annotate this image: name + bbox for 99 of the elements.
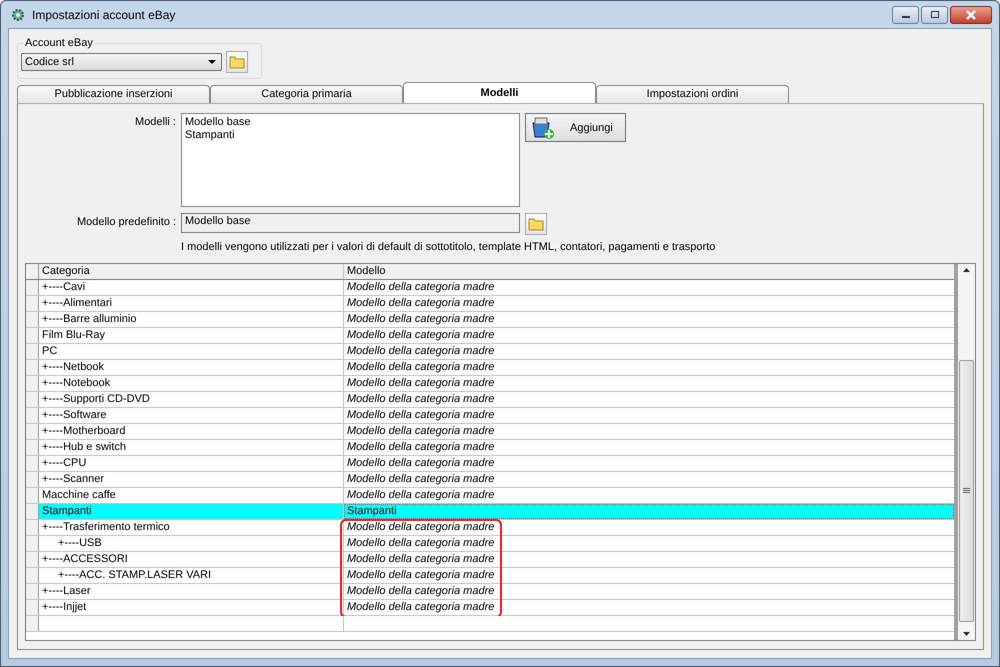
column-header[interactable]: Categoria [39,264,344,279]
table-cell[interactable]: Film Blu-Ray [39,328,344,343]
table-cell[interactable]: Modello della categoria madre [344,488,954,503]
table-cell[interactable]: Modello della categoria madre [344,584,954,599]
table-cell[interactable]: Modello della categoria madre [344,312,954,327]
selected-row[interactable]: Stampanti Stampanti [26,504,954,520]
list-item[interactable]: Stampanti [185,129,516,142]
row-header[interactable] [26,600,39,615]
table-cell[interactable]: +----Supporti CD-DVD [39,392,344,407]
table-cell[interactable]: Modello della categoria madre [344,536,954,551]
table-cell[interactable]: +----Motherboard [39,424,344,439]
table-cell[interactable]: Modello della categoria madre [344,520,954,535]
note-text: I modelli vengono utilizzati per i valori di default di sottotitolo, template HTML, contatori, pagamenti e trasporto [181,241,716,253]
tab[interactable]: Categoria primaria [210,85,403,103]
table-cell[interactable]: +----USB [39,536,344,551]
table-cell[interactable]: Stampanti [344,504,954,519]
table-cell[interactable]: Modello della categoria madre [344,440,954,455]
table-cell[interactable]: +----Cavi [39,280,344,295]
scroll-thumb[interactable] [959,360,974,622]
maximize-icon [928,10,940,20]
tab[interactable]: Modelli [403,82,596,103]
row-header[interactable] [26,296,39,311]
table-cell[interactable]: +----Scanner [39,472,344,487]
table-cell[interactable]: +----Barre alluminio [39,312,344,327]
table-cell[interactable]: +----Alimentari [39,296,344,311]
caret-icon [208,60,216,64]
row-header[interactable] [26,584,39,599]
table-cell[interactable]: Modello della categoria madre [344,408,954,423]
table-cell[interactable]: Modello della categoria madre [344,344,954,359]
row-header[interactable] [26,552,39,567]
tab[interactable]: Pubblicazione inserzioni [17,85,210,103]
minimize-button[interactable] [892,6,919,24]
account-dropdown[interactable]: Codice srl [21,53,222,71]
table-cell[interactable]: Modello della categoria madre [344,328,954,343]
row-header[interactable] [26,504,39,519]
default-model-field[interactable]: Modello base [181,213,520,233]
column-header[interactable]: Modello [344,264,954,279]
row-header[interactable] [26,392,39,407]
table-cell[interactable]: +----Netbook [39,360,344,375]
row-header[interactable] [26,520,39,535]
row-header[interactable] [26,328,39,343]
table-cell[interactable]: +----Laser [39,584,344,599]
table-cell[interactable]: Modello della categoria madre [344,360,954,375]
row-header[interactable] [26,456,39,471]
row-header[interactable] [26,312,39,327]
folder-icon [229,55,245,69]
row-header[interactable] [26,376,39,391]
table-cell[interactable]: Modello della categoria madre [344,296,954,311]
table-cell[interactable]: Modello della categoria madre [344,472,954,487]
table-cell[interactable]: Modello della categoria madre [344,376,954,391]
field-label: Modelli : [134,115,176,128]
browse-button[interactable] [226,51,248,73]
table-cell[interactable]: Modello della categoria madre [344,600,954,615]
table-cell[interactable]: +----Hub e switch [39,440,344,455]
row-header[interactable] [26,344,39,359]
grip-icon [963,488,970,494]
table-cell[interactable]: +----CPU [39,456,344,471]
table-cell[interactable]: Modello della categoria madre [344,552,954,567]
table-cell[interactable]: Modello della categoria madre [344,280,954,295]
table-cell[interactable]: Modello della categoria madre [344,456,954,471]
row-header[interactable] [26,360,39,375]
folder-icon [528,217,544,231]
row-header[interactable] [26,488,39,503]
row-header[interactable] [26,280,39,295]
table-cell[interactable]: Modello della categoria madre [344,392,954,407]
row-header[interactable] [26,472,39,487]
list-item[interactable]: Modello base [185,116,516,129]
group-label: Account eBay [24,37,94,49]
down-arrow-icon [963,632,970,636]
row-header[interactable] [26,440,39,455]
row-header[interactable] [26,424,39,439]
gear-icon [10,6,26,22]
table-cell[interactable]: +----ACC. STAMP.LASER VARI [39,568,344,583]
browse-button[interactable] [525,213,547,235]
add-box-icon [530,116,556,140]
maximize-button[interactable] [921,6,948,24]
table-cell[interactable]: +----Trasferimento termico [39,520,344,535]
models-list[interactable]: Modello base Stampanti [181,113,520,207]
table-cell[interactable]: +----Injjet [39,600,344,615]
field-label: Modello predefinito : [76,215,176,228]
scrollbar[interactable] [958,264,975,640]
window-title: Impostazioni account eBay [32,8,176,22]
table-cell[interactable]: Modello della categoria madre [344,424,954,439]
tab[interactable]: Impostazioni ordini [596,85,789,103]
close-button[interactable] [950,6,992,24]
up-arrow-icon [963,268,970,272]
table-cell[interactable]: Macchine caffe [39,488,344,503]
row-header[interactable] [26,568,39,583]
row-header[interactable] [26,536,39,551]
close-icon [964,10,978,20]
table-cell[interactable]: Stampanti [39,504,344,519]
table-cell[interactable]: Modello della categoria madre [344,568,954,583]
table-cell[interactable]: +----Software [39,408,344,423]
table-cell[interactable]: +----ACCESSORI [39,552,344,567]
row-header[interactable] [26,408,39,423]
table-cell[interactable]: PC [39,344,344,359]
add-button[interactable]: Aggiungi [525,113,626,142]
table-cell[interactable]: +----Notebook [39,376,344,391]
row-header[interactable] [26,616,39,631]
